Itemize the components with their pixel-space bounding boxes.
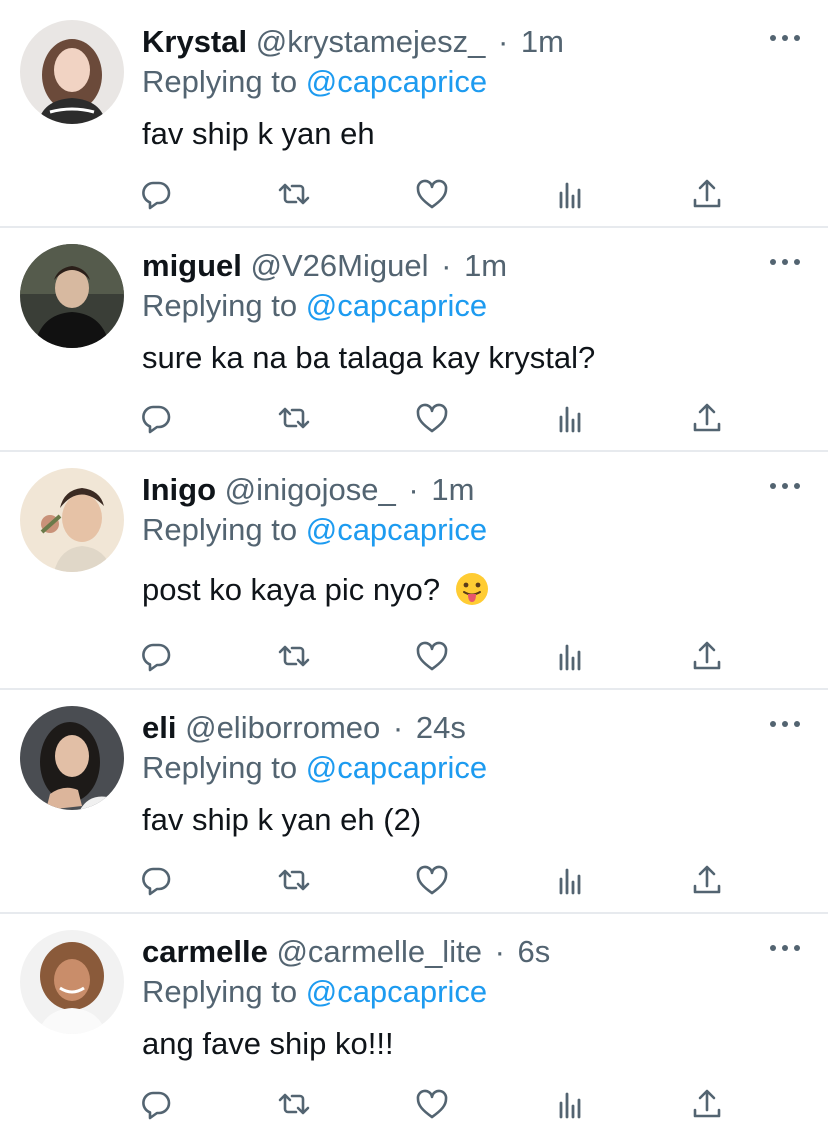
retweet-icon[interactable] — [276, 400, 312, 436]
reply-mention-link[interactable]: @capcaprice — [306, 750, 487, 785]
tweet[interactable]: Inigo @inigojose_ · 1m Replying to @capc… — [0, 452, 828, 690]
more-icon[interactable] — [770, 936, 800, 960]
reply-icon[interactable] — [138, 400, 174, 436]
share-icon[interactable] — [689, 400, 725, 436]
user-handle[interactable]: @V26Miguel — [251, 248, 429, 283]
tweet-text: fav ship k yan eh — [142, 116, 375, 151]
replying-prefix: Replying to — [142, 750, 298, 785]
action-bar — [0, 400, 828, 436]
replying-prefix: Replying to — [142, 512, 298, 547]
timestamp[interactable]: 24s — [416, 710, 466, 745]
replying-prefix: Replying to — [142, 974, 298, 1009]
avatar[interactable] — [20, 706, 124, 810]
reply-mention-link[interactable]: @capcaprice — [306, 288, 487, 323]
retweet-icon[interactable] — [276, 1086, 312, 1122]
analytics-icon[interactable] — [552, 1086, 588, 1122]
tweet[interactable]: carmelle @carmelle_lite · 6s Replying to… — [0, 914, 828, 1135]
action-bar — [0, 862, 828, 898]
retweet-icon[interactable] — [276, 176, 312, 212]
separator: · — [494, 934, 505, 969]
tweet-header: Krystal @krystamejesz_ · 1m — [142, 22, 564, 62]
analytics-icon[interactable] — [552, 862, 588, 898]
tweet-header: Inigo @inigojose_ · 1m — [142, 470, 474, 510]
avatar[interactable] — [20, 244, 124, 348]
display-name[interactable]: carmelle — [142, 934, 268, 969]
tweet[interactable]: miguel @V26Miguel · 1m Replying to @capc… — [0, 228, 828, 452]
display-name[interactable]: miguel — [142, 248, 242, 283]
tweet-text: post ko kaya pic nyo? — [142, 572, 441, 607]
timestamp[interactable]: 6s — [518, 934, 551, 969]
tweet-text: sure ka na ba talaga kay krystal? — [142, 340, 596, 375]
user-handle[interactable]: @krystamejesz_ — [256, 24, 486, 59]
user-handle[interactable]: @carmelle_lite — [276, 934, 481, 969]
heart-icon[interactable] — [414, 176, 450, 212]
avatar[interactable] — [20, 930, 124, 1034]
replying-to: Replying to @capcaprice — [142, 62, 487, 102]
reply-icon[interactable] — [138, 862, 174, 898]
tweet-text: ang fave ship ko!!! — [142, 1026, 394, 1061]
share-icon[interactable] — [689, 638, 725, 674]
tweet-text: fav ship k yan eh (2) — [142, 802, 422, 837]
replying-to: Replying to @capcaprice — [142, 748, 487, 788]
display-name[interactable]: Inigo — [142, 472, 216, 507]
more-icon[interactable] — [770, 26, 800, 50]
analytics-icon[interactable] — [552, 638, 588, 674]
analytics-icon[interactable] — [552, 176, 588, 212]
timestamp[interactable]: 1m — [521, 24, 564, 59]
reply-icon[interactable] — [138, 638, 174, 674]
replying-to: Replying to @capcaprice — [142, 286, 487, 326]
separator: · — [408, 472, 419, 507]
more-icon[interactable] — [770, 250, 800, 274]
action-bar — [0, 176, 828, 212]
heart-icon[interactable] — [414, 862, 450, 898]
replying-to: Replying to @capcaprice — [142, 510, 487, 550]
replying-prefix: Replying to — [142, 64, 298, 99]
more-icon[interactable] — [770, 474, 800, 498]
separator: · — [441, 248, 452, 283]
action-bar — [0, 638, 828, 674]
share-icon[interactable] — [689, 176, 725, 212]
display-name[interactable]: Krystal — [142, 24, 247, 59]
user-handle[interactable]: @inigojose_ — [225, 472, 396, 507]
action-bar — [0, 1086, 828, 1122]
separator: · — [392, 710, 404, 745]
avatar[interactable] — [20, 468, 124, 572]
reply-mention-link[interactable]: @capcaprice — [306, 974, 487, 1009]
reply-icon[interactable] — [138, 1086, 174, 1122]
tweet-header: eli @eliborromeo · 24s — [142, 708, 466, 748]
timestamp[interactable]: 1m — [431, 472, 474, 507]
replying-prefix: Replying to — [142, 288, 298, 323]
display-name[interactable]: eli — [142, 710, 176, 745]
reply-feed: Krystal @krystamejesz_ · 1m Replying to … — [0, 0, 828, 1135]
more-icon[interactable] — [770, 712, 800, 736]
timestamp[interactable]: 1m — [464, 248, 507, 283]
share-icon[interactable] — [689, 862, 725, 898]
analytics-icon[interactable] — [552, 400, 588, 436]
user-handle[interactable]: @eliborromeo — [185, 710, 380, 745]
reply-mention-link[interactable]: @capcaprice — [306, 64, 487, 99]
heart-icon[interactable] — [414, 400, 450, 436]
tweet-body: post ko kaya pic nyo? — [142, 570, 489, 610]
tweet[interactable]: Krystal @krystamejesz_ · 1m Replying to … — [0, 0, 828, 228]
replying-to: Replying to @capcaprice — [142, 972, 487, 1012]
avatar[interactable] — [20, 20, 124, 124]
heart-icon[interactable] — [414, 1086, 450, 1122]
reply-icon[interactable] — [138, 176, 174, 212]
separator: · — [497, 24, 509, 59]
retweet-icon[interactable] — [276, 638, 312, 674]
retweet-icon[interactable] — [276, 862, 312, 898]
share-icon[interactable] — [689, 1086, 725, 1122]
tweet-header: carmelle @carmelle_lite · 6s — [142, 932, 550, 972]
tweet[interactable]: eli @eliborromeo · 24s Replying to @capc… — [0, 690, 828, 914]
tweet-header: miguel @V26Miguel · 1m — [142, 246, 507, 286]
reply-mention-link[interactable]: @capcaprice — [306, 512, 487, 547]
face-with-tongue-emoji — [455, 572, 489, 606]
heart-icon[interactable] — [414, 638, 450, 674]
